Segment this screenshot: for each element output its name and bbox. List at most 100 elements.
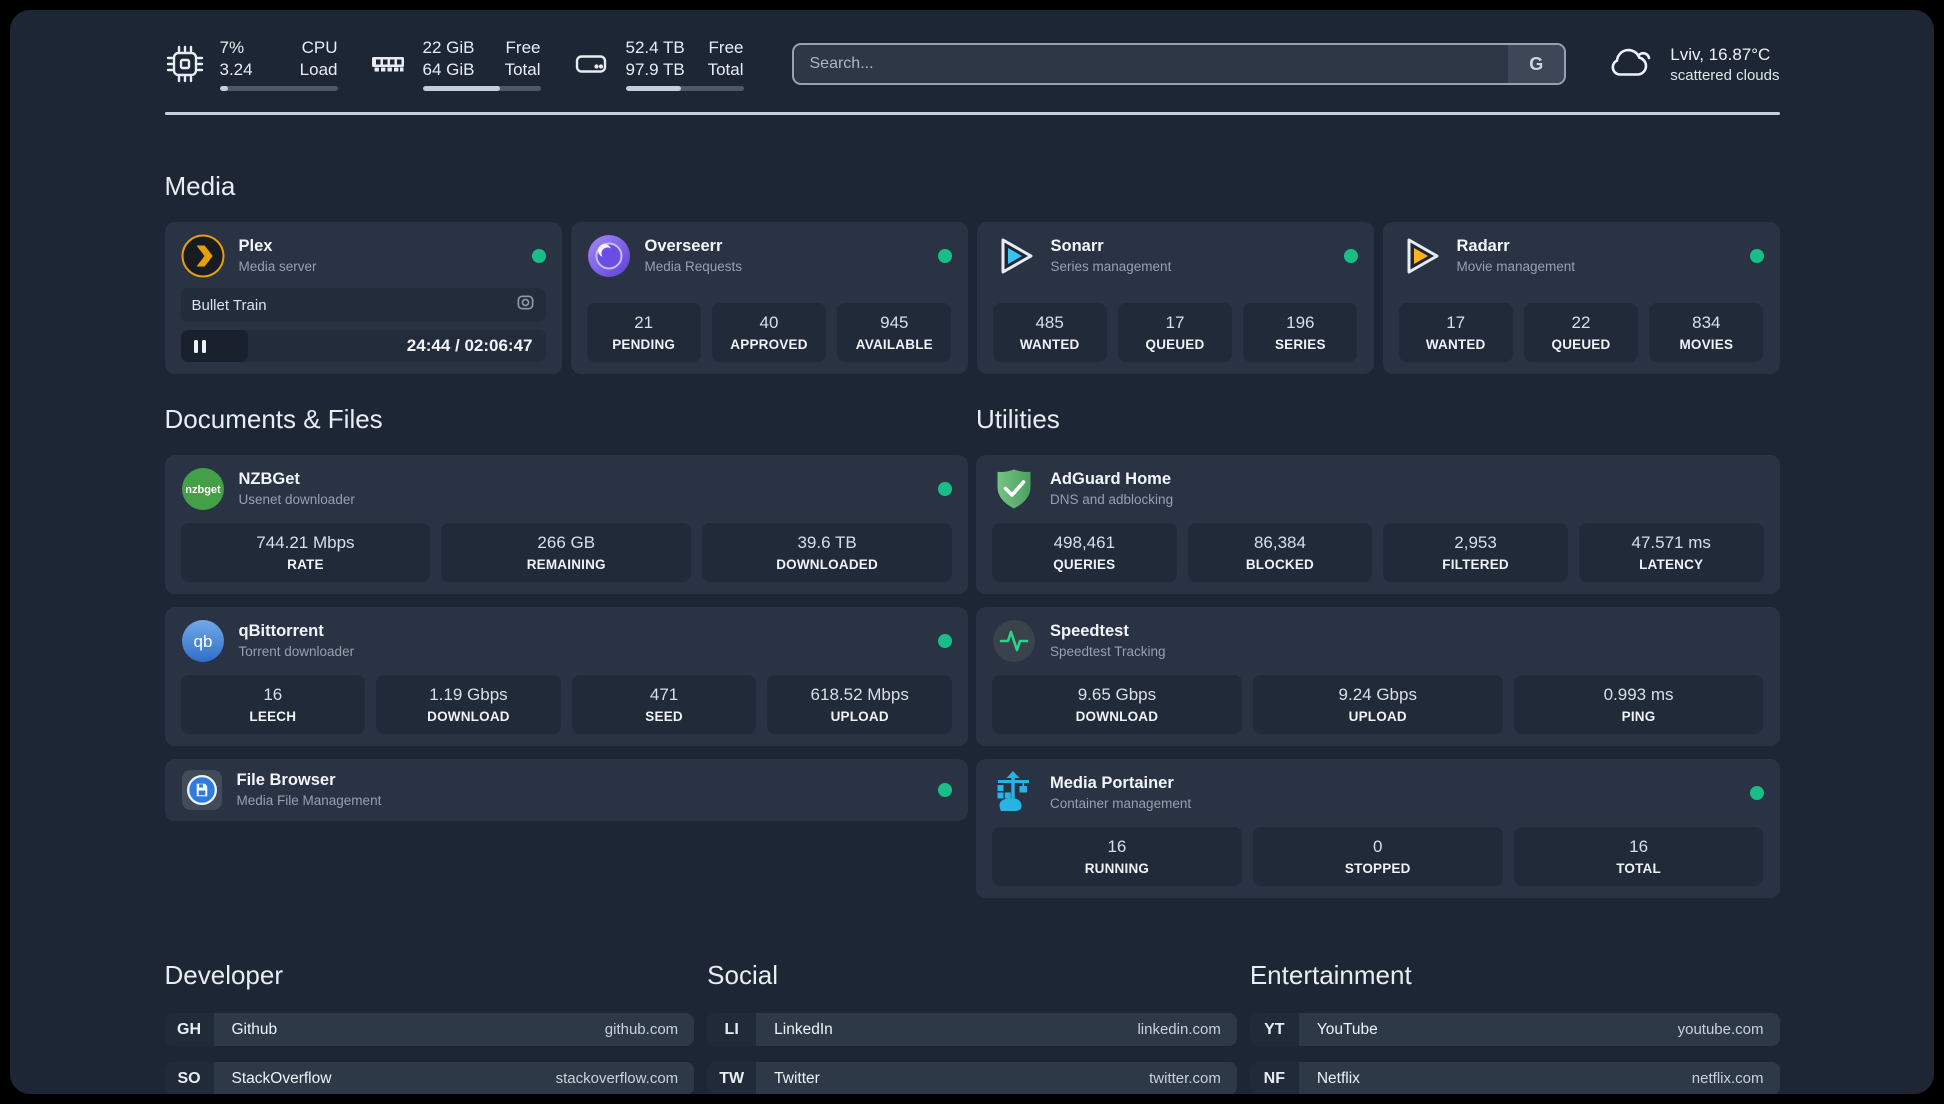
- entertainment-section: Entertainment YT YouTube youtube.com NF …: [1249, 960, 1780, 1094]
- link-linkedin[interactable]: LI LinkedIn linkedin.com: [707, 1013, 1237, 1046]
- cpu-load-label: Load: [299, 60, 338, 79]
- developer-section: Developer GH Github github.com SO StackO…: [164, 960, 695, 1094]
- status-dot: [937, 249, 952, 263]
- disk-progress-track: [625, 86, 744, 91]
- section-title-social: Social: [707, 960, 778, 990]
- status-dot: [938, 783, 952, 797]
- link-twitter[interactable]: TW Twitter twitter.com: [707, 1062, 1237, 1094]
- pause-button[interactable]: [193, 339, 206, 353]
- hard-drive-icon: [571, 44, 611, 84]
- search-input[interactable]: [793, 45, 1565, 83]
- service-name: Speedtest: [1050, 622, 1129, 640]
- cpu-progress-fill: [219, 86, 228, 91]
- service-description: Torrent downloader: [238, 644, 355, 659]
- service-description: Media Requests: [644, 259, 743, 274]
- status-dot: [938, 482, 952, 496]
- stat-running: 16 RUNNING: [992, 827, 1242, 886]
- svg-text:qb: qb: [193, 632, 212, 651]
- card-qbittorrent[interactable]: qb qBittorrent Torrent downloader 16 LEE…: [164, 607, 968, 746]
- stat-stopped: 0 STOPPED: [1252, 827, 1503, 886]
- stat-seed: 471 SEED: [571, 675, 757, 734]
- disk-total-label: Total: [707, 60, 744, 79]
- service-name: AdGuard Home: [1050, 470, 1172, 488]
- stat-ping: 0.993 ms PING: [1513, 675, 1764, 734]
- disk-total-value: 97.9 TB: [625, 60, 685, 79]
- topbar-divider: [164, 112, 1780, 115]
- social-section: Social LI LinkedIn linkedin.com TW Twitt…: [707, 960, 1237, 1094]
- card-overseerr[interactable]: Overseerr Media Requests 21 PENDING 40 A…: [570, 222, 968, 374]
- card-plex[interactable]: Plex Media server Bullet Train 24:44 / 0…: [164, 222, 562, 374]
- section-title-media: Media: [164, 171, 236, 201]
- card-adguard[interactable]: AdGuard Home DNS and adblocking 498,461 …: [976, 455, 1780, 594]
- cpu-usage-label: CPU: [301, 38, 338, 57]
- link-abbr-badge: TW: [707, 1062, 757, 1094]
- link-github[interactable]: GH Github github.com: [164, 1013, 695, 1046]
- cpu-widget: 7% 3.24 CPU Load: [165, 37, 338, 91]
- service-name: File Browser: [236, 771, 336, 789]
- link-bar: StackOverflow stackoverflow.com: [213, 1062, 695, 1094]
- status-dot: [531, 249, 546, 263]
- service-description: Container management: [1050, 796, 1192, 811]
- disk-widget: 52.4 TB 97.9 TB Free Total: [571, 37, 744, 91]
- cpu-usage-value: 7%: [219, 38, 245, 57]
- cloud-icon: [1606, 41, 1656, 88]
- service-description: Usenet downloader: [238, 492, 355, 507]
- stat-download: 9.65 Gbps DOWNLOAD: [992, 675, 1242, 734]
- link-stackoverflow[interactable]: SO StackOverflow stackoverflow.com: [164, 1062, 695, 1094]
- card-radarr[interactable]: Radarr Movie management 17 WANTED 22 QUE…: [1382, 222, 1780, 374]
- service-description: DNS and adblocking: [1050, 492, 1174, 507]
- service-name: Radarr: [1456, 237, 1510, 255]
- stat-queries: 498,461 QUERIES: [992, 523, 1177, 582]
- search-engine-button[interactable]: G: [1508, 45, 1565, 83]
- stat-queued: 22 QUEUED: [1523, 303, 1639, 362]
- stat-remaining: 266 GB REMAINING: [441, 523, 692, 582]
- card-sonarr[interactable]: Sonarr Series management 485 WANTED 17 Q…: [976, 222, 1374, 374]
- stat-series: 196 SERIES: [1243, 303, 1358, 362]
- memory-free-label: Free: [505, 38, 541, 57]
- cpu-load-value: 3.24: [219, 60, 253, 79]
- status-dot: [1343, 249, 1358, 263]
- plex-logo-icon: [181, 234, 225, 278]
- stat-blocked: 86,384 BLOCKED: [1187, 523, 1373, 582]
- player-progress-fill: [180, 330, 249, 362]
- disk-free-label: Free: [708, 38, 744, 57]
- service-description: Series management: [1050, 259, 1172, 274]
- service-name: NZBGet: [238, 470, 300, 488]
- service-name: Plex: [238, 237, 273, 255]
- player-time: 24:44 / 02:06:47: [406, 336, 533, 355]
- portainer-logo-icon: [992, 771, 1036, 815]
- section-title-entertainment: Entertainment: [1249, 960, 1412, 990]
- status-dot: [1749, 786, 1764, 800]
- stat-total: 16 TOTAL: [1513, 827, 1764, 886]
- section-title-developer: Developer: [164, 960, 284, 990]
- card-filebrowser[interactable]: File Browser Media File Management: [164, 759, 968, 821]
- stat-download: 1.19 Gbps DOWNLOAD: [376, 675, 561, 734]
- link-netflix[interactable]: NF Netflix netflix.com: [1249, 1062, 1780, 1094]
- memory-progress-fill: [422, 86, 501, 91]
- sonarr-logo-icon: [993, 234, 1037, 278]
- status-dot: [1749, 249, 1764, 263]
- memory-progress-track: [422, 86, 541, 91]
- nzbget-logo-icon: nzbget: [181, 467, 225, 511]
- cpu-progress-track: [219, 86, 338, 91]
- radarr-logo-icon: [1399, 234, 1443, 278]
- dashboard: 7% 3.24 CPU Load 22 GiB 64 GiB Free Tota…: [10, 10, 1934, 1094]
- status-dot: [938, 634, 952, 648]
- link-abbr-badge: LI: [707, 1013, 757, 1046]
- disk-free-value: 52.4 TB: [625, 38, 685, 57]
- card-portainer[interactable]: Media Portainer Container management 16 …: [976, 759, 1780, 898]
- stat-movies: 834 MOVIES: [1649, 303, 1764, 362]
- card-speedtest[interactable]: Speedtest Speedtest Tracking 9.65 Gbps D…: [976, 607, 1780, 746]
- service-description: Media File Management: [236, 793, 382, 808]
- card-nzbget[interactable]: nzbget NZBGet Usenet downloader 744.21 M…: [164, 455, 968, 594]
- link-youtube[interactable]: YT YouTube youtube.com: [1249, 1013, 1780, 1046]
- service-description: Movie management: [1456, 259, 1576, 274]
- weather-condition: scattered clouds: [1670, 66, 1780, 84]
- link-bar: YouTube youtube.com: [1298, 1013, 1780, 1046]
- stat-rate: 744.21 Mbps RATE: [180, 523, 431, 582]
- stat-wanted: 17 WANTED: [1398, 303, 1513, 362]
- weather-location-temp: Lviv, 16.87°C: [1670, 44, 1771, 64]
- service-description: Speedtest Tracking: [1050, 644, 1166, 659]
- overseerr-logo-icon: [587, 234, 631, 278]
- link-bar: Netflix netflix.com: [1298, 1062, 1780, 1094]
